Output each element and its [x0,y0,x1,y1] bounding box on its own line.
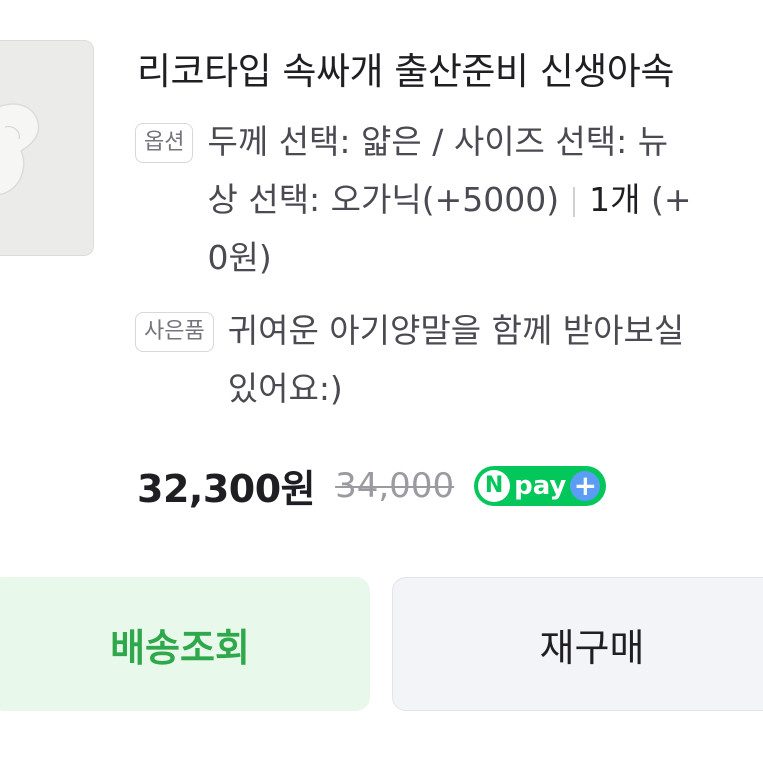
npay-plus-badge[interactable]: N pay + [474,465,607,506]
options-line-2-tail: (+ [650,180,692,219]
npay-label: pay [514,470,567,501]
gift-line-2: 있어요:) [227,369,343,408]
product-title[interactable]: 리코타입 속싸개 출산준비 신생아속 [137,48,674,96]
options-line-2-text: 상 선택: 오가닉(+5000) [207,180,560,219]
gift-row: 사은품 귀여운 아기양말을 함께 받아보실 있어요:) [135,311,684,418]
options-line-2: 상 선택: 오가닉(+5000) 1개 (+ [207,171,691,229]
order-item-card: 리코타입 속싸개 출산준비 신생아속 옵션 두께 선택: 얇은 / 사이즈 선택… [0,0,763,763]
npay-n-icon: N [478,469,511,502]
option-quantity: 1개 [589,180,641,219]
npay-plus-icon: + [570,470,601,501]
options-badge: 옵션 [135,123,194,163]
options-text: 두께 선택: 얇은 / 사이즈 선택: 뉴 상 선택: 오가닉(+5000) 1개… [207,113,691,287]
options-row: 옵션 두께 선택: 얇은 / 사이즈 선택: 뉴 상 선택: 오가닉(+5000… [135,122,692,287]
original-price: 34,000 [335,465,455,506]
swaddle-image-icon [0,41,93,255]
gift-badge: 사은품 [135,312,214,352]
gift-text: 귀여운 아기양말을 함께 받아보실 있어요:) [228,302,685,418]
track-delivery-button[interactable]: 배송조회 [0,577,370,711]
options-line-3: 0원) [207,238,272,277]
options-line-1: 두께 선택: 얇은 / 사이즈 선택: 뉴 [207,122,669,161]
sale-price: 32,300원 [137,467,316,511]
price-row: 32,300원 34,000 N pay + [137,458,607,513]
product-thumbnail[interactable] [0,40,94,256]
gift-line-1: 귀여운 아기양말을 함께 받아보실 [227,311,685,350]
option-separator [573,186,576,217]
rebuy-button[interactable]: 재구매 [392,577,763,711]
